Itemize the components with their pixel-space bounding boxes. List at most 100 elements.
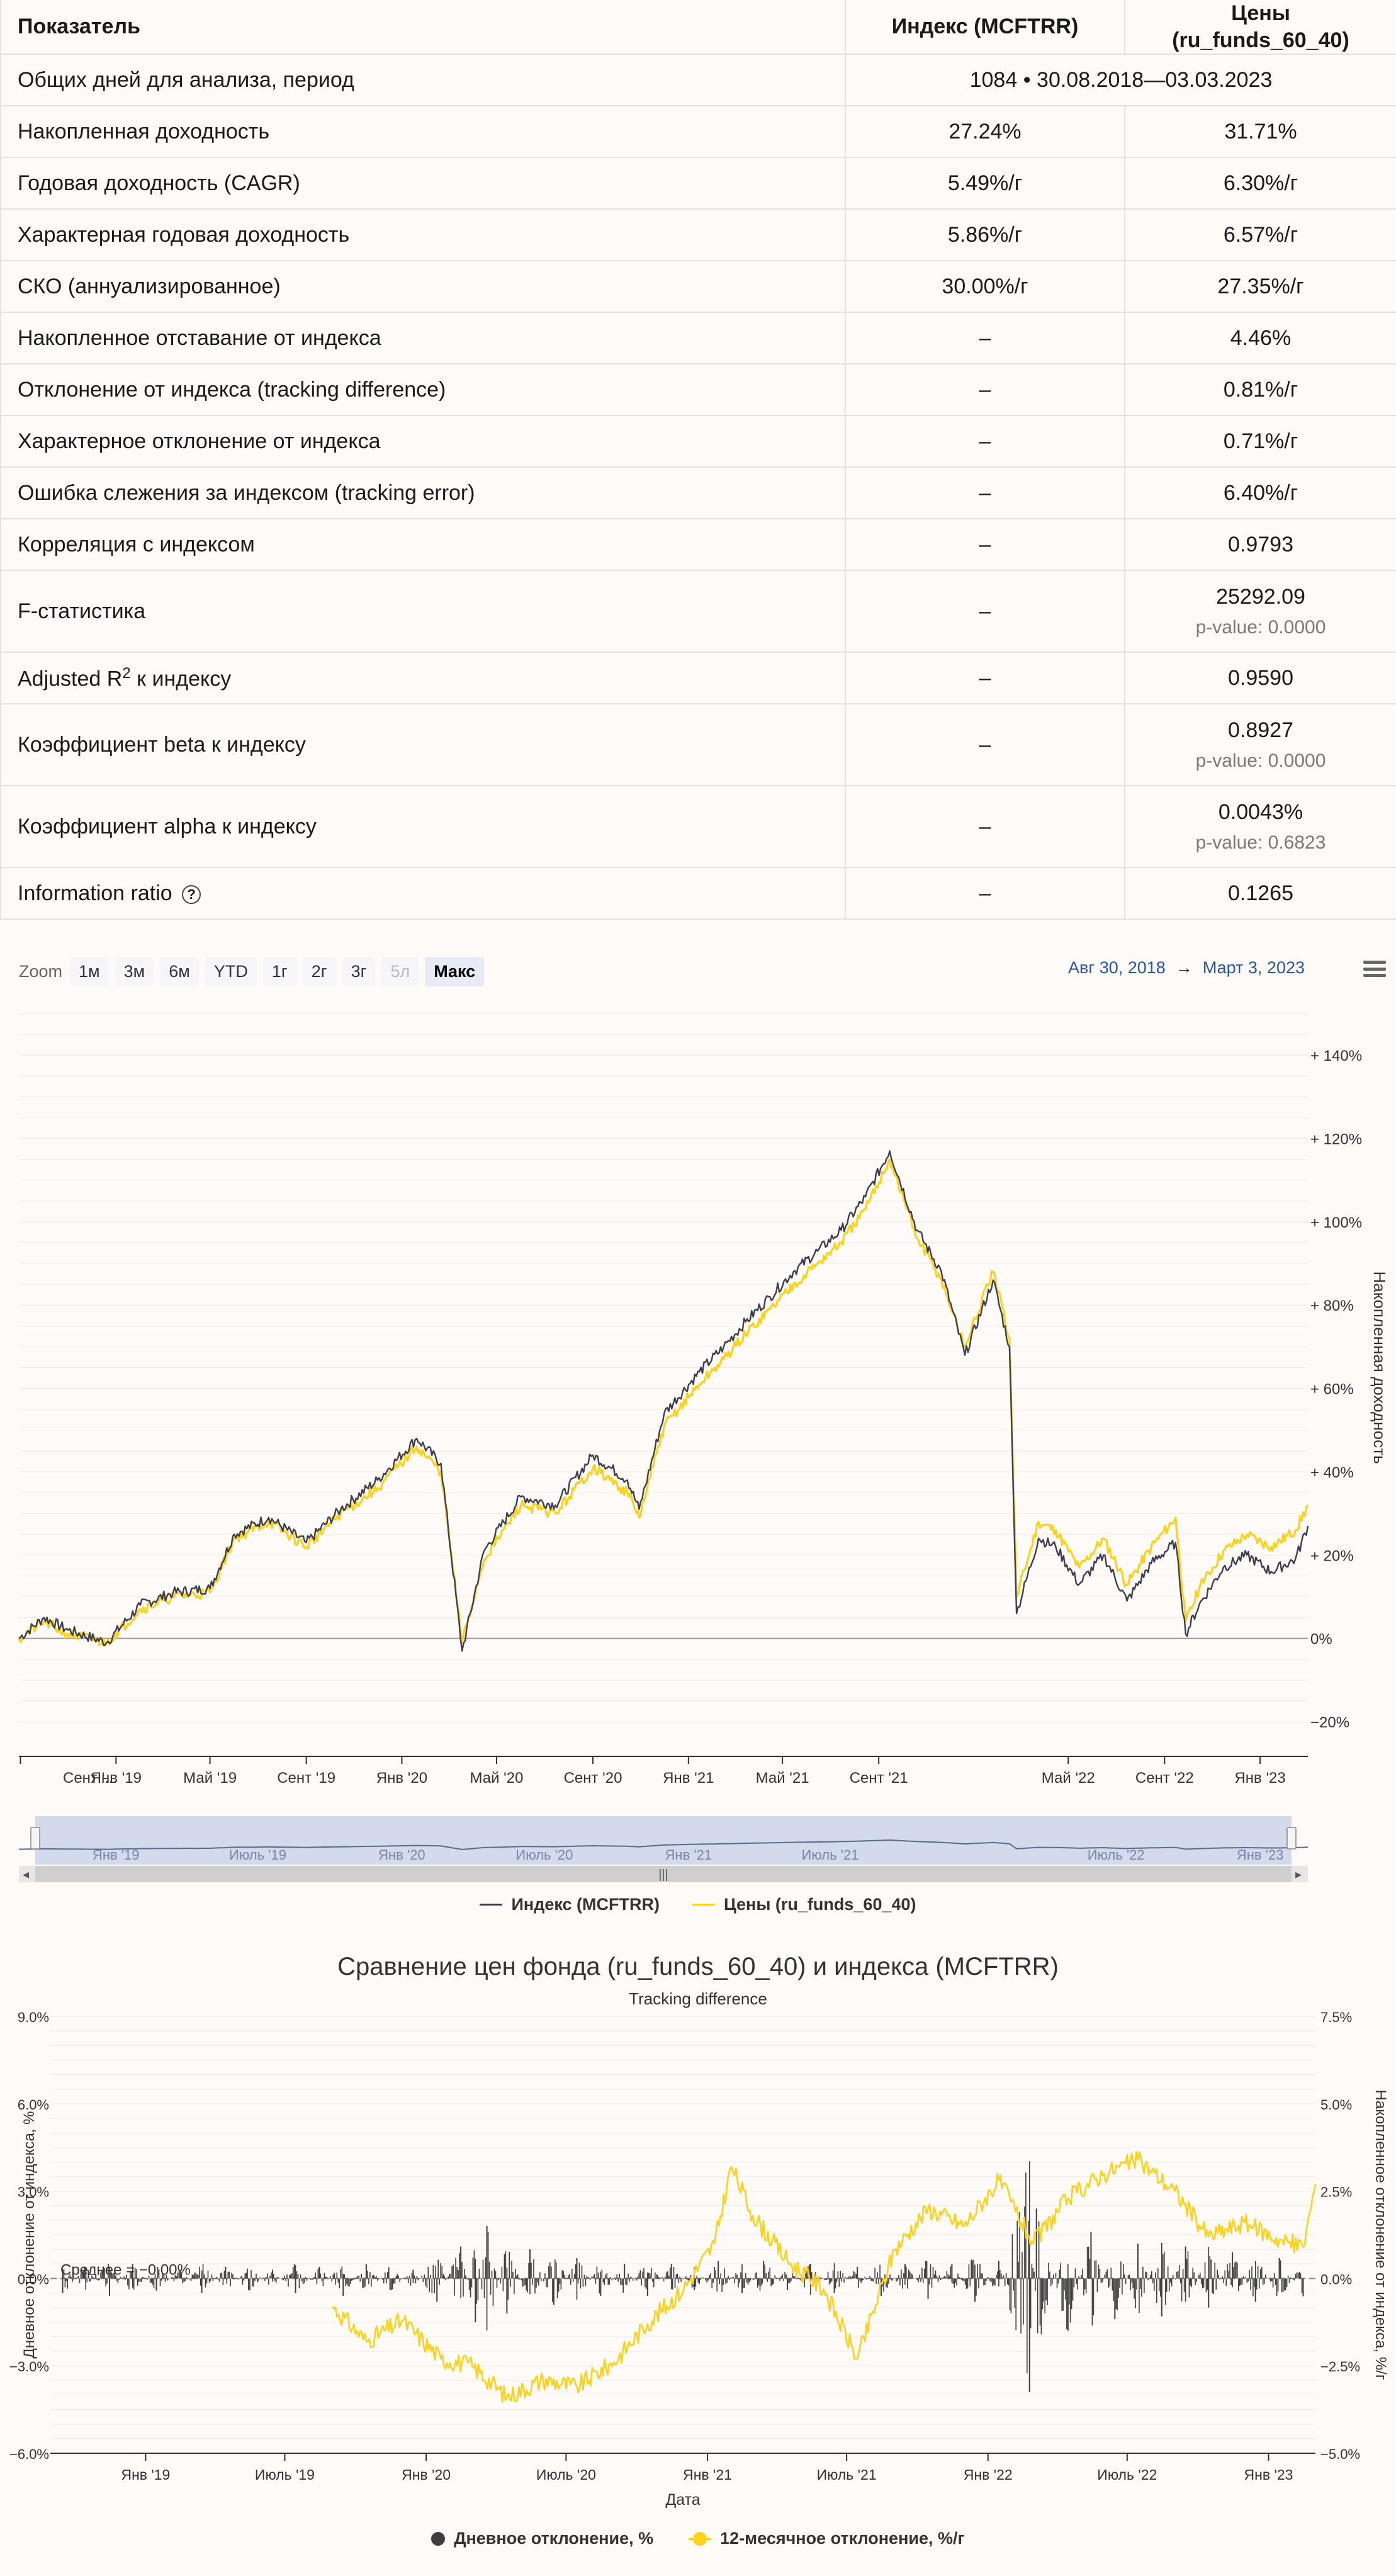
period-label: Общих дней для анализа, период [0, 54, 846, 106]
row-index-value: – [845, 467, 1125, 519]
y-right-tick-label: −2.5% [1320, 2359, 1360, 2375]
y-tick-label: + 100% [1310, 1214, 1362, 1231]
x-tick-label: Май '19 [183, 1770, 237, 1787]
row-fund-value: 0.81%/г [1125, 364, 1396, 416]
navigator-tick-label: Янв '19 [93, 1847, 140, 1863]
table-row-fstat: F-статистика – 25292.09 p-value: 0.0000 [0, 570, 1396, 653]
row-fund-value: 0.9590 [1125, 652, 1396, 704]
row-index-value: – [845, 570, 1125, 653]
pvalue-text: p-value: 0.6823 [1195, 832, 1326, 853]
row-index-value: – [845, 786, 1125, 868]
row-index-value: – [845, 364, 1125, 416]
y-axis-title: Дневное отклонение от индекса, % [21, 2111, 38, 2359]
x-tick-label: Сент '22 [1135, 1770, 1194, 1787]
x-tick-label: Янв '20 [402, 2466, 451, 2483]
row-label: Накопленное отставание от индекса [0, 312, 846, 364]
navigator-handle-left[interactable] [30, 1827, 40, 1850]
chart2-svg: Среднее = −0.00%9.0%6.0%3.0%0.0%−3.0%−6.… [9, 2009, 1389, 2509]
y-tick-label: + 20% [1310, 1547, 1354, 1564]
navigator-tick-label: Июль '19 [229, 1847, 286, 1863]
row-fund-value: 0.8927 [1228, 718, 1293, 742]
stats-table: Показатель Индекс (MCFTRR) Цены (ru_fund… [0, 0, 1396, 920]
table-row-alpha: Коэффициент alpha к индексу – 0.0043% p-v… [0, 786, 1396, 868]
row-label: Adjusted R2 к индексу [0, 652, 846, 704]
row-fund-value: 6.30%/г [1125, 157, 1396, 210]
row-index-value: 5.86%/г [845, 209, 1125, 261]
arrow-right-icon[interactable]: ▸ [1295, 1868, 1302, 1882]
table-row-period: Общих дней для анализа, период 1084 • 30… [0, 54, 1396, 106]
x-tick-label: Янв '21 [663, 1770, 714, 1787]
y-tick-label: −6.0% [9, 2446, 49, 2462]
header-metric: Показатель [0, 0, 846, 55]
y-tick-label: 0% [1310, 1631, 1332, 1648]
navigator-handle-right[interactable] [1286, 1827, 1297, 1850]
table-row: Характерное отклонение от индекса –0.71%/… [0, 415, 1396, 468]
navigator-tick-label: Янв '21 [665, 1847, 712, 1863]
row-label: Корреляция с индексом [0, 519, 846, 571]
row-label: F-статистика [0, 570, 846, 653]
x-tick-label: Янв '19 [121, 2466, 170, 2483]
y-right-tick-label: 2.5% [1320, 2184, 1352, 2200]
legend-item-fund[interactable]: Цены (ru_funds_60_40) [692, 1895, 916, 1914]
header-fund: Цены (ru_funds_60_40) [1125, 0, 1396, 55]
y-right-tick-label: 7.5% [1320, 2009, 1352, 2025]
row-fund-value: 31.71% [1125, 106, 1396, 158]
legend-item-daily[interactable]: Дневное отклонение, % [431, 2529, 653, 2548]
tracking-difference-chart: Среднее = −0.00% 9.0% 6.0% 3.0% 0.0% −3.0% −6.… [0, 1939, 1396, 2576]
chart2-legend: Дневное отклонение, % 12-месячное отклон… [0, 2529, 1396, 2548]
x-tick-label: Сент '20 [564, 1770, 622, 1787]
y-tick-label: 6.0% [18, 2097, 49, 2113]
row-fund-value: 0.71%/г [1125, 415, 1396, 468]
x-tick-label: Янв '23 [1234, 1770, 1285, 1787]
question-circle-icon[interactable]: ? [182, 884, 201, 904]
row-label: Коэффициент alpha к индексу [0, 786, 846, 868]
mean-label: Среднее = −0.00% [60, 2261, 191, 2278]
y-right-axis-title: Накопленное отклонение от индекса, %/г [1372, 2089, 1389, 2380]
row-fund-value: 0.0043% [1218, 800, 1303, 824]
row-index-value: 27.24% [845, 106, 1125, 158]
x-tick-label: Сент '19 [277, 1770, 335, 1787]
navigator-tick-label: Июль '20 [515, 1847, 573, 1863]
legend-item-index[interactable]: Индекс (MCFTRR) [480, 1895, 660, 1914]
row-label: Отклонение от индекса (tracking differen… [0, 364, 846, 416]
series-line-fund [18, 1158, 1309, 1647]
navigator-tick-label: Янв '20 [378, 1847, 425, 1863]
y-right-tick-label: 5.0% [1320, 2097, 1352, 2113]
x-tick-label: Янв '21 [683, 2466, 732, 2483]
y-tick-label: 9.0% [18, 2009, 49, 2025]
x-tick-label: Май '20 [470, 1770, 523, 1787]
navigator-tick-label: Июль '21 [802, 1847, 859, 1863]
legend-item-rolling[interactable]: 12-месячное отклонение, %/г [689, 2529, 965, 2548]
period-value: 1084 • 30.08.2018—03.03.2023 [845, 54, 1396, 106]
table-row: Накопленное отставание от индекса –4.46% [0, 312, 1396, 364]
x-tick-label: Янв '20 [376, 1770, 427, 1787]
x-tick-label: Июль '21 [817, 2466, 877, 2483]
x-tick-label: Янв '19 [91, 1770, 142, 1787]
x-tick-label: Май '21 [756, 1770, 809, 1787]
row-fund-value: 6.57%/г [1125, 209, 1396, 261]
y-tick-label: + 120% [1310, 1131, 1362, 1148]
x-tick-label: Июль '19 [255, 2466, 315, 2483]
chart2-title: Сравнение цен фонда (ru_funds_60_40) и и… [337, 1953, 1059, 1980]
table-row: Корреляция с индексом –0.9793 [0, 519, 1396, 571]
pvalue-text: p-value: 0.0000 [1195, 750, 1326, 771]
row-index-value: – [845, 312, 1125, 364]
x-tick-label: Янв '22 [964, 2466, 1013, 2483]
row-label: Годовая доходность (CAGR) [0, 157, 846, 210]
table-row: Годовая доходность (CAGR) 5.49%/г 6.30%/г [0, 157, 1396, 210]
cumulative-return-chart: Zoom 1м 3м 6м YTD 1г 2г 3г 5л Макс Авг 30, 2018 … [0, 932, 1396, 1939]
row-label: Коэффициент beta к индексу [0, 704, 846, 786]
y-tick-label: + 40% [1310, 1464, 1354, 1481]
y-tick-label: + 60% [1310, 1381, 1354, 1398]
chart2-subtitle: Tracking difference [629, 1989, 767, 2008]
row-index-value: 5.49%/г [845, 157, 1125, 210]
table-header-row: Показатель Индекс (MCFTRR) Цены (ru_fund… [0, 0, 1396, 55]
row-label: Накопленная доходность [0, 106, 846, 158]
grip-icon: ||| [658, 1868, 668, 1882]
x-tick-label: Сент '21 [850, 1770, 908, 1787]
navigator-tick-label: Июль '22 [1088, 1847, 1145, 1863]
arrow-left-icon[interactable]: ◂ [23, 1868, 29, 1882]
row-fund-value: 6.40%/г [1125, 467, 1396, 519]
table-row: Характерная годовая доходность 5.86%/г 6.5… [0, 209, 1396, 261]
row-fund-value: 27.35%/г [1125, 261, 1396, 313]
